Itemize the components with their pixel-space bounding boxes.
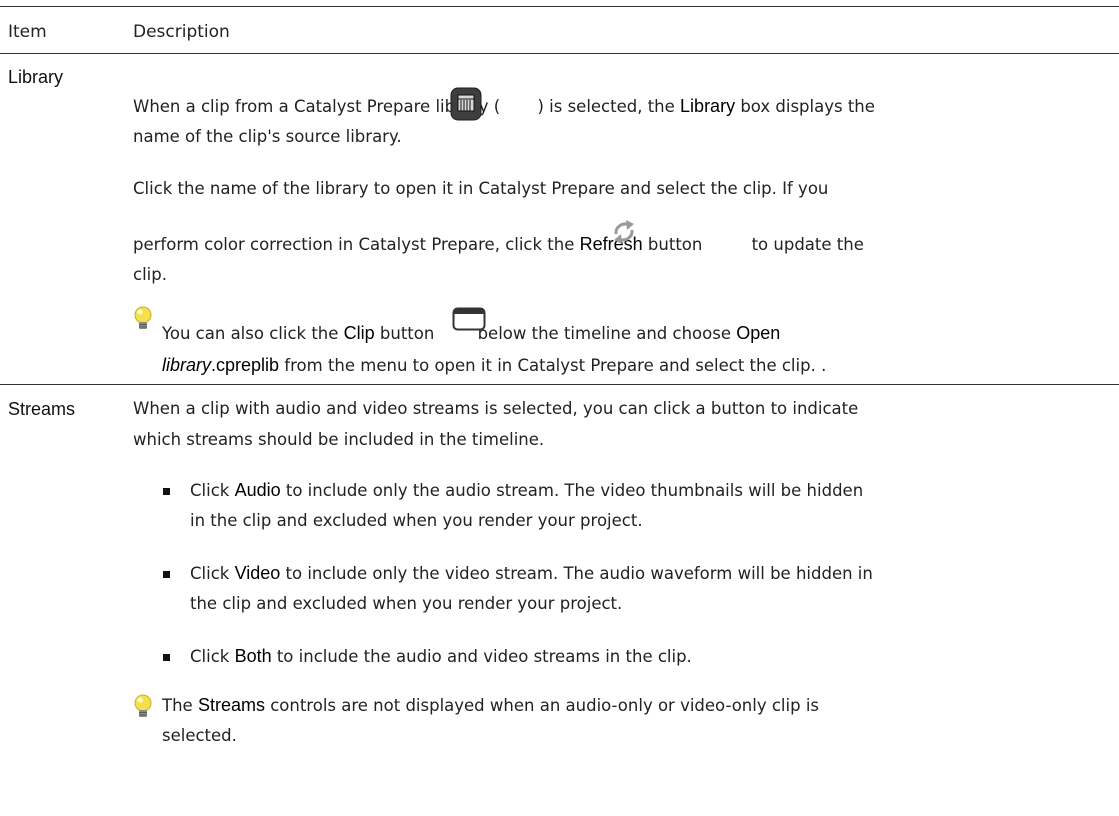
video-keyword: Video <box>234 563 281 583</box>
streams-bullet-video-line-2: the clip and excluded when you render yo… <box>190 594 623 613</box>
library-icon <box>450 87 482 121</box>
bullet-marker <box>163 488 170 495</box>
open-keyword: Open <box>736 323 781 343</box>
header-rule <box>0 53 1119 54</box>
header-description: Description <box>133 22 230 42</box>
lightbulb-icon <box>134 306 152 329</box>
streams-keyword: Streams <box>197 695 265 715</box>
streams-intro-line-1: When a clip with audio and video streams… <box>133 399 859 418</box>
row-library-name: Library <box>8 67 64 87</box>
library-keyword: Library <box>680 96 736 116</box>
help-table: Item Description Library When a clip fro… <box>0 0 1119 816</box>
refresh-icon <box>614 220 634 244</box>
table-top-rule <box>0 6 1119 7</box>
library-paragraph-2-line-3: clip. <box>133 265 167 284</box>
streams-tip-line-1: The Streams controls are not displayed w… <box>162 695 819 715</box>
row-streams-name: Streams <box>8 399 76 419</box>
audio-keyword: Audio <box>234 480 281 500</box>
header-item: Item <box>8 22 47 42</box>
streams-bullet-video-line-1: Click Video to include only the video st… <box>190 563 873 583</box>
streams-bullet-audio-line-1: Click Audio to include only the audio st… <box>190 480 864 500</box>
both-keyword: Both <box>234 646 272 666</box>
library-paragraph-2-line-2: perform color correction in Catalyst Pre… <box>133 234 864 254</box>
row-divider <box>0 384 1119 385</box>
bullet-marker <box>163 571 170 578</box>
library-paragraph-1-line-1: When a clip from a Catalyst Prepare libr… <box>133 96 875 116</box>
library-tip-line-2: library.cpreplib from the menu to open i… <box>162 355 827 375</box>
library-paragraph-2-line-1: Click the name of the library to open it… <box>133 179 829 198</box>
lightbulb-icon <box>134 694 152 717</box>
clip-button-icon <box>452 307 486 331</box>
streams-bullet-both: Click Both to include the audio and vide… <box>190 646 692 666</box>
bullet-marker <box>163 654 170 661</box>
streams-bullet-audio-line-2: in the clip and excluded when you render… <box>190 511 643 530</box>
streams-intro-line-2: which streams should be included in the … <box>133 430 545 449</box>
library-paragraph-1-line-2: name of the clip's source library. <box>133 127 402 146</box>
library-italic-keyword: library <box>162 355 212 375</box>
streams-tip-line-2: selected. <box>162 726 237 745</box>
clip-keyword: Clip <box>343 323 375 343</box>
